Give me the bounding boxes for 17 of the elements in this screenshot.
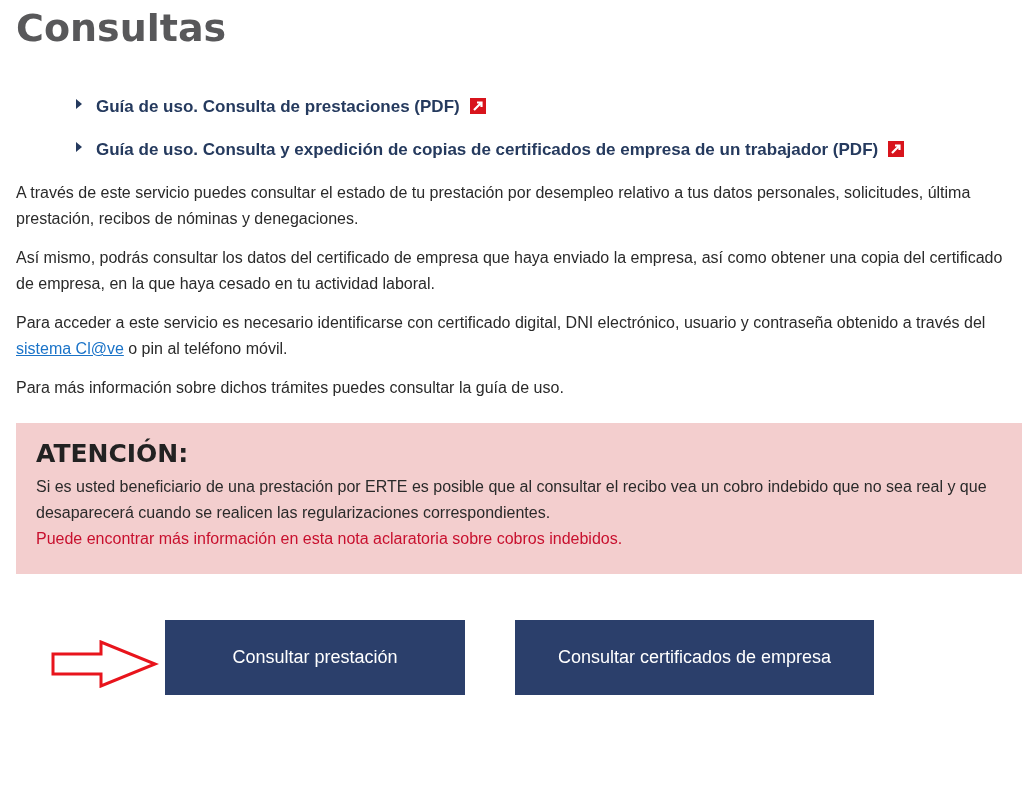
clave-link[interactable]: sistema Cl@ve xyxy=(16,340,124,357)
page-title: Consultas xyxy=(16,5,228,52)
alert-note: Puede encontrar más información en esta nota aclaratoria sobre cobros indebidos. xyxy=(36,529,624,549)
guide-link[interactable]: Guía de uso. Consulta de prestaciones (PDF) xyxy=(96,97,460,116)
caret-icon xyxy=(76,99,82,109)
caret-icon xyxy=(76,142,82,152)
external-link-icon[interactable] xyxy=(888,141,905,157)
consult-button[interactable]: Consultar certificados de empresa xyxy=(515,620,874,695)
external-link-icon[interactable] xyxy=(469,98,486,114)
consult-button[interactable]: Consultar prestación xyxy=(165,620,465,695)
guide-link[interactable]: Guía de uso. Consulta y expedición de copias de certificados de empresa de un trabajador (PDF) xyxy=(96,140,879,159)
body-paragraph: Así mismo, podrás consultar los datos del certificado de empresa que haya enviado la empresa, así como obtener una copia del certificado de empresa, en la que haya cesado en tu actividad laboral. xyxy=(16,248,1004,294)
body-paragraph: A través de este servicio puedes consultar el estado de tu prestación por desempleo relativo a tus datos personales, solicitudes, última prestación, recibos de nóminas y denegaciones. xyxy=(16,183,972,229)
body-paragraph: Para acceder a este servicio es necesario identificarse con certificado digital, DNI electrónico, usuario y contraseña obtenido a través del sistema Cl@ve o pin al teléfono móvil. xyxy=(16,313,987,359)
alert-heading: ATENCIÓN: xyxy=(36,439,190,468)
alert-text: Si es usted beneficiario de una prestación por ERTE es posible que al consultar el recibo vea un cobro indebido que no sea real y que desaparecerá cuando se realicen las regularizaciones correspondientes. xyxy=(36,477,988,523)
body-paragraph: Para más información sobre dichos trámites puedes consultar la guía de uso. xyxy=(16,378,565,398)
